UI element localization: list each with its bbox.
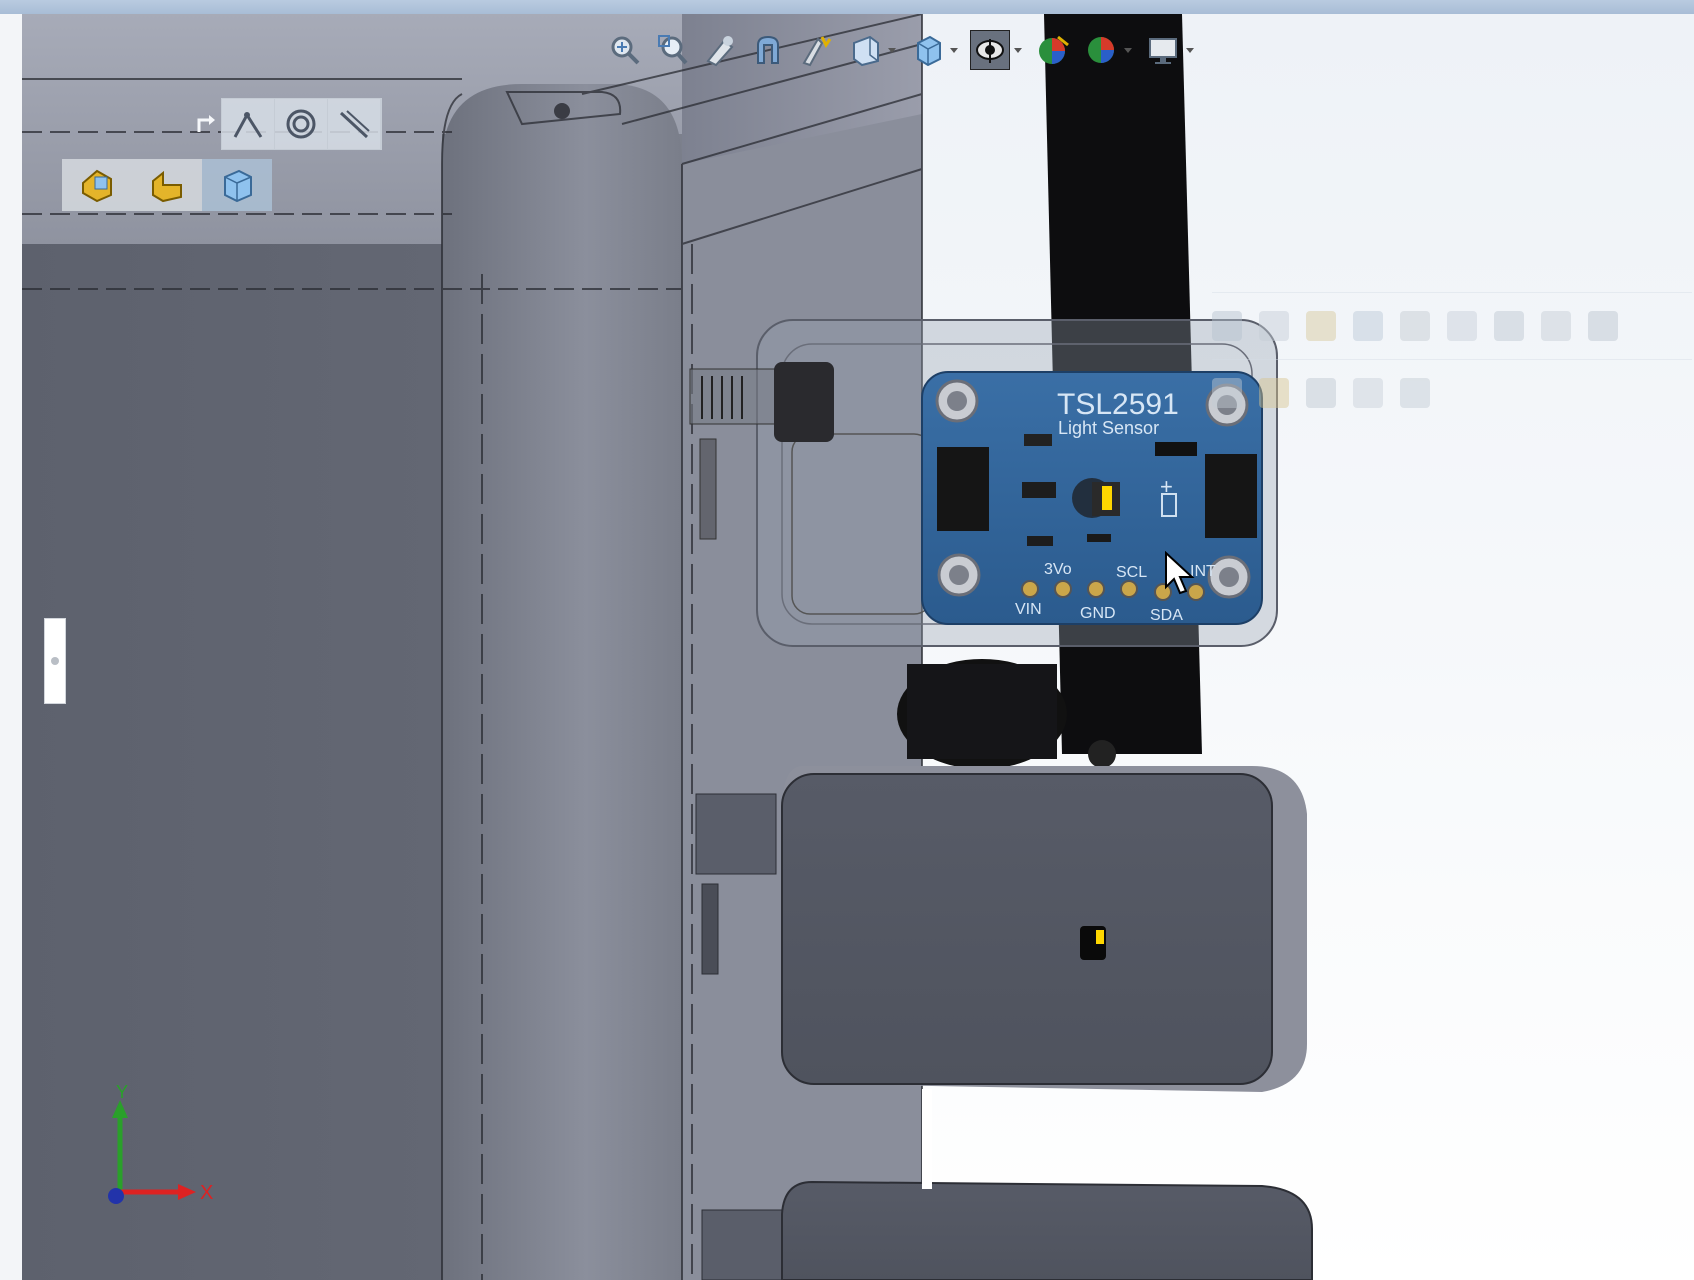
ghost-tool-icon[interactable] [1306,311,1336,341]
face-icon[interactable] [328,99,381,149]
ghost-tool-icon[interactable] [1212,378,1242,408]
zoom-to-fit-icon[interactable] [606,31,644,69]
cad-window: TSL2591 Light Sensor 3Vo SCL INT VIN GND… [0,0,1694,1280]
filter-features-icon[interactable] [132,159,202,211]
hide-show-dropdown[interactable] [1014,47,1022,53]
pin-label: SDA [1150,607,1183,624]
window-title-strip [0,0,1694,14]
view-settings-dropdown[interactable] [1186,47,1194,53]
dynamic-annotation-icon[interactable] [798,31,836,69]
zoom-to-area-icon[interactable] [654,31,692,69]
section-view-icon[interactable] [750,31,788,69]
ghost-tool-icon[interactable] [1353,311,1383,341]
previous-view-icon[interactable] [702,31,740,69]
ghost-tool-icon[interactable] [1259,378,1289,408]
view-settings-icon[interactable] [1144,31,1182,69]
ghost-tool-icon[interactable] [1400,378,1430,408]
triad-y-label: Y [116,1084,128,1102]
selection-filter-bar [193,98,382,150]
panel-collapse-handle[interactable] [44,618,66,704]
arrow-icon [193,110,221,138]
pin-label: VIN [1015,601,1042,618]
vertex-icon[interactable] [222,99,275,149]
mouse-cursor-icon [1165,551,1195,595]
model-scene[interactable]: TSL2591 Light Sensor 3Vo SCL INT VIN GND… [22,14,1694,1280]
apply-scene-dropdown[interactable] [1124,47,1132,53]
pin-label: GND [1080,605,1116,622]
ghost-tool-icon[interactable] [1306,378,1336,408]
edge-icon[interactable] [275,99,328,149]
ghost-tool-icon[interactable] [1353,378,1383,408]
heads-up-view-toolbar [606,30,1206,70]
filter-bodies-icon[interactable] [202,159,272,211]
lower-enclosure-2[interactable] [701,1180,1313,1280]
display-style-dropdown[interactable] [950,47,958,53]
filter-parts-icon[interactable] [62,159,132,211]
edit-appearance-icon[interactable] [1034,31,1072,69]
pin-label: + [1160,474,1173,499]
ghost-tool-icon[interactable] [1212,311,1242,341]
view-orientation-dropdown[interactable] [888,47,896,53]
pin-label: 3Vo [1044,561,1072,578]
lower-enclosure[interactable] [695,766,1307,1092]
feature-manager-edge[interactable] [0,14,23,1280]
apply-scene-icon[interactable] [1082,31,1120,69]
ghost-tool-icon[interactable] [1447,311,1477,341]
pcb-board[interactable]: TSL2591 Light Sensor 3Vo SCL INT VIN GND… [921,371,1263,625]
reference-triad: Y X [108,1084,213,1204]
ghost-tool-icon[interactable] [1494,311,1524,341]
display-style-icon[interactable] [908,31,946,69]
view-orientation-icon[interactable] [846,31,884,69]
gap-highlight [922,1089,932,1189]
ghost-tool-icon[interactable] [1541,311,1571,341]
ghost-tool-icon[interactable] [1588,311,1618,341]
pin-label: SCL [1116,564,1147,581]
pcb-title: TSL2591 [1057,388,1179,421]
graphics-area[interactable]: TSL2591 Light Sensor 3Vo SCL INT VIN GND… [22,14,1694,1280]
ghost-tool-icon[interactable] [1400,311,1430,341]
triad-x-label: X [200,1182,213,1204]
filter-toolbar [62,159,272,211]
faded-context-toolbar [1212,292,1692,442]
pcb-subtitle: Light Sensor [1058,418,1159,438]
hide-show-items-icon[interactable] [970,30,1010,70]
ghost-tool-icon[interactable] [1259,311,1289,341]
